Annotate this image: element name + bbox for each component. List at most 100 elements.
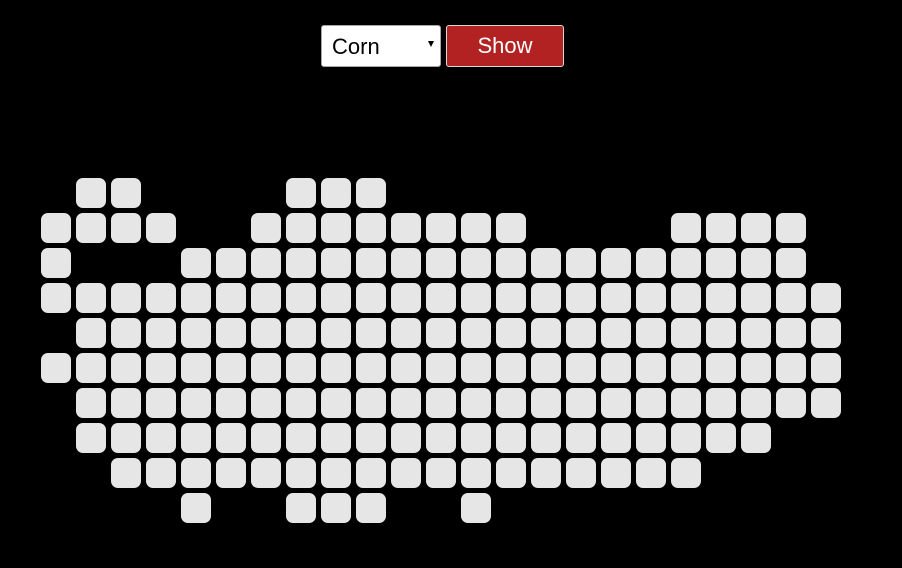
map-tile[interactable]	[216, 318, 246, 348]
map-tile[interactable]	[426, 318, 456, 348]
map-tile[interactable]	[741, 423, 771, 453]
map-tile[interactable]	[496, 283, 526, 313]
map-tile[interactable]	[321, 353, 351, 383]
map-tile[interactable]	[321, 213, 351, 243]
map-tile[interactable]	[601, 248, 631, 278]
map-tile[interactable]	[41, 213, 71, 243]
map-tile[interactable]	[286, 458, 316, 488]
map-tile[interactable]	[426, 213, 456, 243]
map-tile[interactable]	[216, 248, 246, 278]
map-tile[interactable]	[461, 493, 491, 523]
map-tile[interactable]	[251, 388, 281, 418]
map-tile[interactable]	[391, 283, 421, 313]
map-tile[interactable]	[776, 213, 806, 243]
map-tile[interactable]	[531, 248, 561, 278]
map-tile[interactable]	[636, 318, 666, 348]
map-tile[interactable]	[356, 318, 386, 348]
map-tile[interactable]	[636, 248, 666, 278]
map-tile[interactable]	[566, 458, 596, 488]
map-tile[interactable]	[636, 423, 666, 453]
map-tile[interactable]	[671, 388, 701, 418]
map-tile[interactable]	[251, 248, 281, 278]
map-tile[interactable]	[496, 248, 526, 278]
map-tile[interactable]	[321, 493, 351, 523]
map-tile[interactable]	[356, 388, 386, 418]
map-tile[interactable]	[811, 283, 841, 313]
map-tile[interactable]	[601, 318, 631, 348]
map-tile[interactable]	[286, 213, 316, 243]
map-tile[interactable]	[111, 283, 141, 313]
map-tile[interactable]	[146, 318, 176, 348]
map-tile[interactable]	[496, 353, 526, 383]
map-tile[interactable]	[636, 388, 666, 418]
map-tile[interactable]	[426, 423, 456, 453]
map-tile[interactable]	[496, 318, 526, 348]
map-tile[interactable]	[181, 458, 211, 488]
map-tile[interactable]	[181, 248, 211, 278]
map-tile[interactable]	[111, 353, 141, 383]
map-tile[interactable]	[706, 248, 736, 278]
map-tile[interactable]	[251, 353, 281, 383]
map-tile[interactable]	[391, 318, 421, 348]
map-tile[interactable]	[461, 388, 491, 418]
map-tile[interactable]	[251, 283, 281, 313]
map-tile[interactable]	[76, 353, 106, 383]
map-tile[interactable]	[111, 318, 141, 348]
map-tile[interactable]	[181, 353, 211, 383]
map-tile[interactable]	[181, 423, 211, 453]
map-tile[interactable]	[741, 353, 771, 383]
map-tile[interactable]	[41, 248, 71, 278]
map-tile[interactable]	[706, 388, 736, 418]
map-tile[interactable]	[76, 318, 106, 348]
map-tile[interactable]	[811, 318, 841, 348]
map-tile[interactable]	[356, 248, 386, 278]
map-tile[interactable]	[356, 353, 386, 383]
map-tile[interactable]	[601, 458, 631, 488]
map-tile[interactable]	[146, 423, 176, 453]
map-tile[interactable]	[286, 493, 316, 523]
map-tile[interactable]	[741, 283, 771, 313]
map-tile[interactable]	[671, 318, 701, 348]
map-tile[interactable]	[566, 423, 596, 453]
map-tile[interactable]	[636, 283, 666, 313]
map-tile[interactable]	[531, 283, 561, 313]
map-tile[interactable]	[76, 283, 106, 313]
map-tile[interactable]	[181, 318, 211, 348]
map-tile[interactable]	[111, 423, 141, 453]
map-tile[interactable]	[41, 353, 71, 383]
map-tile[interactable]	[811, 353, 841, 383]
map-tile[interactable]	[146, 388, 176, 418]
map-tile[interactable]	[216, 283, 246, 313]
map-tile[interactable]	[356, 213, 386, 243]
map-tile[interactable]	[41, 283, 71, 313]
map-tile[interactable]	[181, 388, 211, 418]
map-tile[interactable]	[741, 318, 771, 348]
map-tile[interactable]	[146, 353, 176, 383]
map-tile[interactable]	[76, 388, 106, 418]
map-tile[interactable]	[461, 248, 491, 278]
map-tile[interactable]	[706, 318, 736, 348]
map-tile[interactable]	[321, 248, 351, 278]
map-tile[interactable]	[776, 353, 806, 383]
map-tile[interactable]	[111, 178, 141, 208]
map-tile[interactable]	[286, 178, 316, 208]
map-tile[interactable]	[321, 423, 351, 453]
map-tile[interactable]	[741, 388, 771, 418]
map-tile[interactable]	[426, 248, 456, 278]
map-tile[interactable]	[496, 388, 526, 418]
map-tile[interactable]	[426, 458, 456, 488]
map-tile[interactable]	[391, 213, 421, 243]
map-tile[interactable]	[706, 423, 736, 453]
map-tile[interactable]	[496, 423, 526, 453]
map-tile[interactable]	[321, 458, 351, 488]
map-tile[interactable]	[461, 353, 491, 383]
map-tile[interactable]	[776, 248, 806, 278]
map-tile[interactable]	[146, 283, 176, 313]
map-tile[interactable]	[496, 213, 526, 243]
map-tile[interactable]	[496, 458, 526, 488]
map-tile[interactable]	[636, 458, 666, 488]
map-tile[interactable]	[251, 423, 281, 453]
map-tile[interactable]	[741, 248, 771, 278]
map-tile[interactable]	[426, 353, 456, 383]
map-tile[interactable]	[321, 318, 351, 348]
